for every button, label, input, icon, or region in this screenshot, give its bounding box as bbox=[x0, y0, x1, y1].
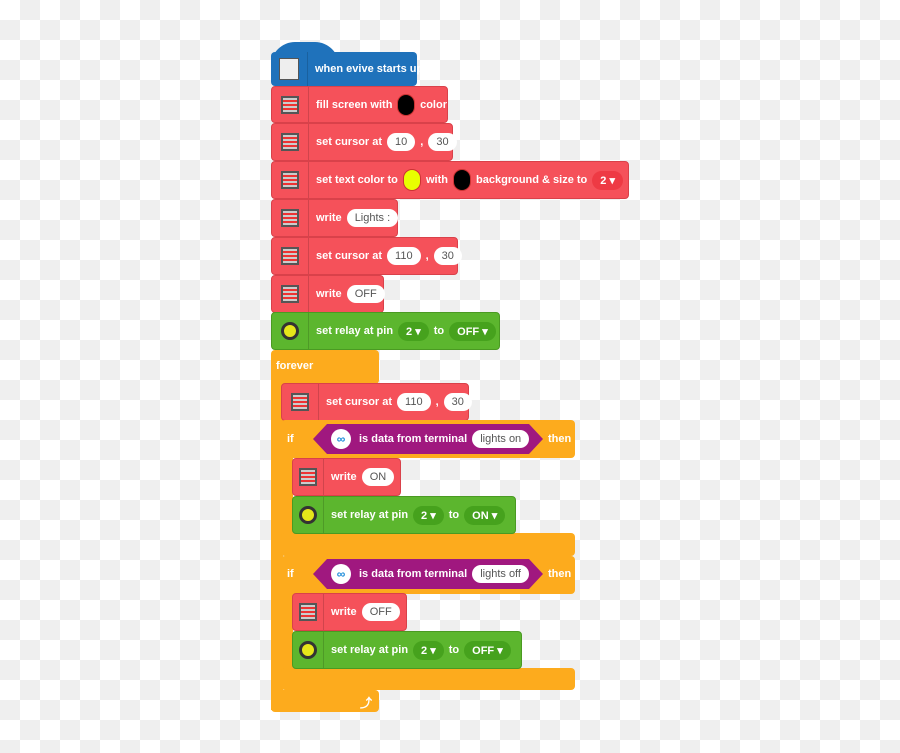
block-label: write bbox=[331, 471, 357, 483]
set-relay-block[interactable]: set relay at pin 2 ▾ to OFF ▾ bbox=[292, 631, 522, 669]
terminal-icon: ∞ bbox=[331, 429, 351, 449]
block-label: write bbox=[316, 288, 342, 300]
text-input[interactable]: OFF bbox=[346, 285, 385, 303]
state-dropdown[interactable]: ON ▾ bbox=[464, 505, 506, 525]
matrix-icon bbox=[272, 162, 309, 198]
if-bottom bbox=[281, 533, 575, 556]
if-label: if bbox=[287, 433, 294, 445]
block-label: to bbox=[448, 644, 460, 656]
block-label: set relay at pin bbox=[331, 644, 409, 656]
set-relay-block[interactable]: set relay at pin 2 ▾ to OFF ▾ bbox=[271, 312, 500, 350]
set-text-color-block[interactable]: set text color to with background & size… bbox=[271, 161, 629, 199]
block-label: set relay at pin bbox=[331, 509, 409, 521]
block-label: set cursor at bbox=[326, 396, 393, 408]
write-block[interactable]: write OFF bbox=[271, 275, 385, 313]
write-block[interactable]: write Lights : bbox=[271, 199, 399, 237]
pin-dropdown[interactable]: 2 ▾ bbox=[398, 321, 429, 341]
relay-gear-icon bbox=[293, 632, 324, 668]
matrix-icon bbox=[272, 124, 309, 160]
text-input[interactable]: Lights : bbox=[346, 209, 399, 227]
block-label: write bbox=[331, 606, 357, 618]
matrix-icon bbox=[272, 87, 309, 122]
relay-gear-icon bbox=[293, 497, 324, 533]
block-label: to bbox=[433, 325, 445, 337]
loop-arrow-icon: ⤴ bbox=[360, 696, 373, 710]
set-cursor-block[interactable]: set cursor at 110 , 30 bbox=[271, 237, 462, 275]
matrix-icon bbox=[293, 594, 324, 630]
forever-label: forever bbox=[276, 360, 314, 372]
when-evive-starts-block[interactable]: when evive starts up bbox=[271, 52, 423, 86]
condition-label: is data from terminal bbox=[359, 433, 468, 445]
terminal-icon: ∞ bbox=[331, 564, 351, 584]
set-relay-block[interactable]: set relay at pin 2 ▾ to ON ▾ bbox=[292, 496, 516, 534]
matrix-icon bbox=[272, 276, 309, 312]
terminal-text-input[interactable]: lights off bbox=[472, 565, 529, 583]
separator: , bbox=[435, 396, 439, 408]
block-label: set cursor at bbox=[316, 136, 383, 148]
block-label: fill screen with bbox=[316, 98, 393, 111]
matrix-icon bbox=[272, 200, 309, 236]
size-dropdown[interactable]: 2 ▾ bbox=[592, 170, 623, 190]
fill-screen-block[interactable]: fill screen with color bbox=[271, 86, 448, 123]
block-label: to bbox=[448, 509, 460, 521]
text-input[interactable]: OFF bbox=[361, 603, 400, 621]
relay-gear-icon bbox=[272, 313, 309, 349]
set-cursor-block[interactable]: set cursor at 10 , 30 bbox=[271, 123, 457, 161]
then-label: then bbox=[548, 568, 572, 580]
text-color-swatch[interactable] bbox=[402, 169, 421, 191]
terminal-condition[interactable]: ∞ is data from terminal lights on bbox=[313, 424, 543, 454]
state-dropdown[interactable]: OFF ▾ bbox=[464, 640, 511, 660]
terminal-text-input[interactable]: lights on bbox=[472, 430, 529, 448]
y-input[interactable]: 30 bbox=[443, 393, 472, 411]
x-input[interactable]: 10 bbox=[387, 133, 416, 151]
evive-icon bbox=[271, 52, 308, 86]
matrix-icon bbox=[293, 459, 324, 495]
set-cursor-block[interactable]: set cursor at 110 , 30 bbox=[281, 383, 472, 421]
then-label: then bbox=[548, 433, 572, 445]
if-bottom bbox=[281, 668, 575, 690]
write-block[interactable]: write OFF bbox=[292, 593, 407, 631]
y-input[interactable]: 30 bbox=[428, 133, 457, 151]
y-input[interactable]: 30 bbox=[433, 247, 462, 265]
if-label: if bbox=[287, 568, 294, 580]
block-label: write bbox=[316, 212, 342, 224]
state-dropdown[interactable]: OFF ▾ bbox=[449, 321, 496, 341]
block-label: color bbox=[420, 98, 447, 111]
condition-label: is data from terminal bbox=[359, 568, 468, 580]
block-label: when evive starts up bbox=[315, 63, 424, 75]
separator: , bbox=[420, 136, 424, 148]
pin-dropdown[interactable]: 2 ▾ bbox=[413, 505, 444, 525]
matrix-icon bbox=[282, 384, 319, 420]
block-label: background & size to bbox=[476, 174, 588, 186]
pin-dropdown[interactable]: 2 ▾ bbox=[413, 640, 444, 660]
background-color-swatch[interactable] bbox=[452, 169, 472, 191]
x-input[interactable]: 110 bbox=[387, 247, 421, 265]
matrix-icon bbox=[272, 238, 309, 274]
block-label: set text color to bbox=[316, 174, 398, 186]
separator: , bbox=[425, 250, 429, 262]
block-label: set relay at pin bbox=[316, 325, 394, 337]
text-input[interactable]: ON bbox=[361, 468, 395, 486]
x-input[interactable]: 110 bbox=[397, 393, 431, 411]
terminal-condition[interactable]: ∞ is data from terminal lights off bbox=[313, 559, 543, 589]
block-label: with bbox=[425, 174, 448, 186]
block-label: set cursor at bbox=[316, 250, 383, 262]
write-block[interactable]: write ON bbox=[292, 458, 401, 496]
color-swatch[interactable] bbox=[397, 93, 416, 116]
